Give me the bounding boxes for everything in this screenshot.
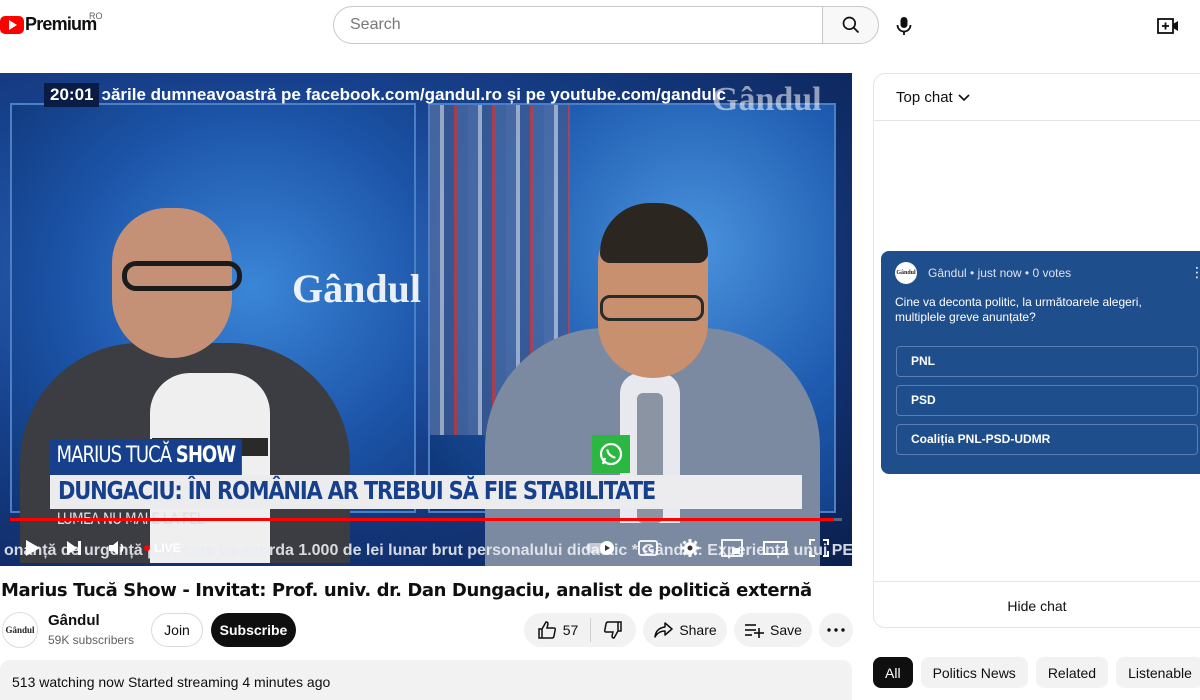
miniplayer-icon [721,539,743,557]
poll-option[interactable]: Coaliția PNL-PSD-UDMR [896,424,1198,455]
search-button[interactable] [822,6,879,44]
save-icon [745,624,765,638]
channel-name[interactable]: Gândul [48,612,100,629]
chat-mode-label: Top chat [896,89,953,106]
description-text: 513 watching now Started streaming 4 min… [12,674,331,690]
show-name-bold: SHOW [175,443,236,468]
guest-glasses [600,295,704,321]
logo-text: Premium [25,14,97,34]
settings-button[interactable] [676,533,704,563]
poll-meta: Gândul • just now • 0 votes [928,266,1072,280]
share-icon [654,622,674,638]
cc-icon: CC [638,540,658,556]
related-filter-chips: All Politics News Related Listenable [873,657,1200,689]
poll-avatar-text: Gândul [896,270,916,276]
poll-card: Gândul Gândul • just now • 0 votes ⋮ Cin… [881,251,1200,474]
channel-avatar[interactable]: Gândul [2,612,38,648]
search-input[interactable] [333,6,822,44]
live-badge[interactable]: LIVE [144,541,181,555]
search-icon [842,16,859,34]
play-icon [26,540,40,556]
poll-option[interactable]: PNL [896,346,1198,377]
join-button[interactable]: Join [151,613,203,647]
show-name-light: MARIUS TUCĂ [56,443,172,468]
subscriber-count: 59K subscribers [48,633,135,647]
theater-button[interactable] [760,533,790,563]
search-bar [333,6,879,44]
volume-button[interactable] [104,533,132,563]
create-button[interactable] [1150,8,1186,44]
fullscreen-button[interactable] [804,533,834,563]
autoplay-toggle[interactable] [584,533,620,563]
join-label: Join [164,622,190,638]
chip-politics-news[interactable]: Politics News [920,657,1028,688]
video-title: Marius Tucă Show - Invitat: Prof. univ. … [1,580,812,601]
region-code: RO [89,11,103,21]
more-actions-button[interactable] [819,613,853,647]
progress-fill [10,518,834,521]
dislike-button[interactable] [591,620,623,640]
player-controls: LIVE CC [0,531,852,566]
captions-button[interactable]: CC [634,533,662,563]
chat-header: Top chat [874,74,1200,121]
fullscreen-icon [809,539,829,557]
save-label: Save [770,622,802,638]
poll-question: Cine va deconta politic, la următoarele … [895,295,1142,324]
play-button[interactable] [18,533,46,563]
like-dislike-group: 57 [524,613,636,647]
save-button[interactable]: Save [734,613,812,647]
channel-avatar-text: Gândul [5,625,35,635]
top-bar: Premium RO [0,0,1200,52]
create-icon [1157,18,1178,34]
voice-search-button[interactable] [886,8,922,44]
hide-chat-label: Hide chat [1007,597,1067,614]
chat-mode-dropdown[interactable]: Top chat [896,89,971,106]
show-name-banner: MARIUS TUCĂ SHOW [50,439,242,475]
settings-icon [681,539,699,557]
like-button[interactable]: 57 [537,618,592,642]
volume-icon [109,541,124,555]
live-dot [144,545,150,551]
poll-option[interactable]: PSD [896,385,1198,416]
whatsapp-icon [592,435,630,473]
svg-text:CC: CC [642,545,654,554]
next-button[interactable] [60,533,88,563]
dislike-icon [604,621,623,639]
chip-related[interactable]: Related [1035,657,1109,688]
share-label: Share [679,622,717,638]
subscribe-label: Subscribe [219,622,288,638]
live-chat-panel: Top chat Gândul Gândul • just now • 0 vo… [873,73,1200,628]
brand-watermark-left: Gândul [292,266,421,311]
theater-icon [763,541,787,555]
subscribe-button[interactable]: Subscribe [211,613,296,647]
live-label: LIVE [154,541,181,555]
poll-author-avatar: Gândul [895,262,917,284]
autoplay-icon [586,541,614,555]
like-icon [537,621,556,639]
hide-chat-button[interactable]: Hide chat [874,581,1200,629]
youtube-logo-icon [0,15,24,34]
next-icon [67,541,81,555]
more-icon [827,628,845,632]
share-button[interactable]: Share [643,613,727,647]
ticker-text: ɔările dumneavoastră pe facebook.com/gan… [101,85,726,104]
like-count: 57 [562,622,579,638]
youtube-premium-logo[interactable]: Premium [0,14,97,35]
chip-listenable[interactable]: Listenable [1116,657,1200,688]
headline-text: DUNGACIU: ÎN ROMÂNIA AR TREBUI SĂ FIE ST… [58,476,656,505]
ticker-time: 20:01 [44,83,100,107]
poll-menu-icon[interactable]: ⋮ [1190,264,1200,281]
chevron-down-icon [958,93,970,101]
chip-all[interactable]: All [873,657,913,688]
host-glasses [122,261,242,291]
progress-bar[interactable] [10,518,842,521]
mic-icon [896,17,912,35]
miniplayer-button[interactable] [718,533,746,563]
top-ticker: 20:01 ɔările dumneavoastră pe facebook.c… [0,81,852,109]
video-player[interactable]: Gândul Gândul 20:01 ɔările dumneavoastră… [0,73,852,566]
